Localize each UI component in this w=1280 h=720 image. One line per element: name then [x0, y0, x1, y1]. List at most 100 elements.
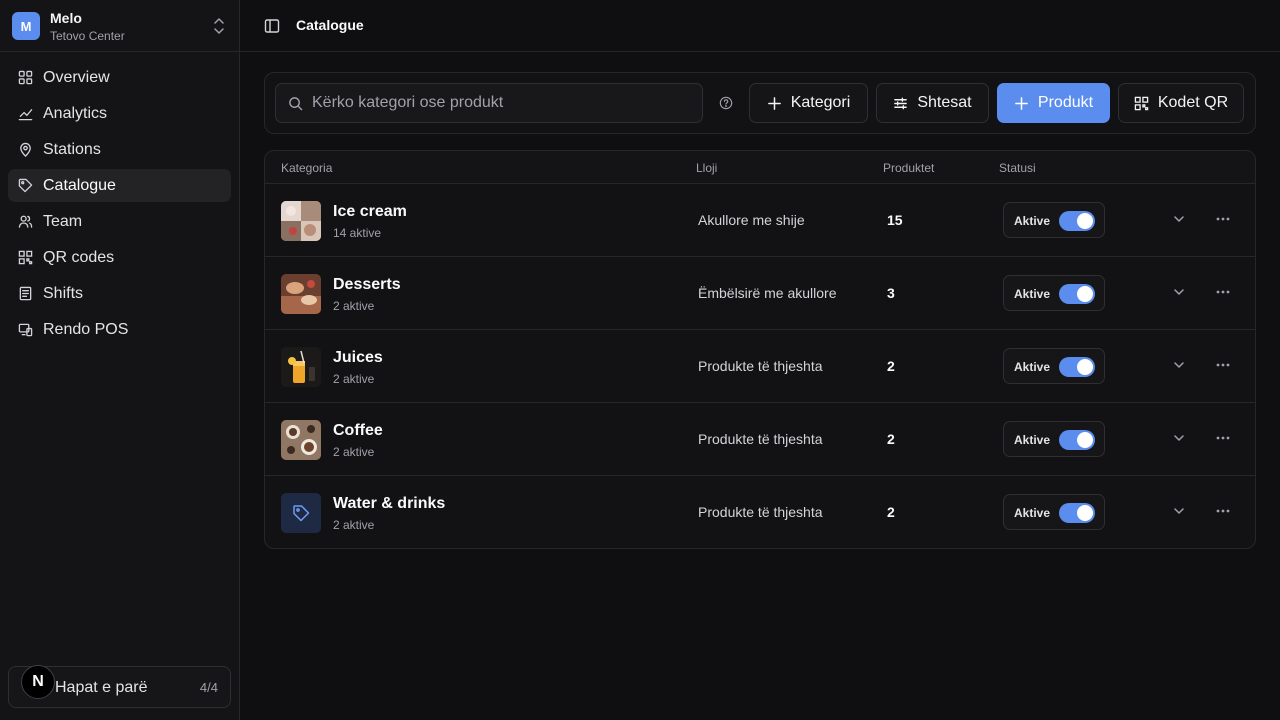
- switch-knob: [1077, 359, 1093, 375]
- category-product-count: 15: [887, 212, 903, 228]
- devices-icon: [18, 323, 33, 337]
- switch-knob: [1077, 213, 1093, 229]
- add-product-button[interactable]: Produkt: [997, 83, 1110, 123]
- category-thumbnail-ice-cream: [281, 201, 321, 241]
- page-title: Catalogue: [296, 17, 364, 33]
- sidebar-item-stations[interactable]: Stations: [8, 133, 231, 166]
- status-toggle[interactable]: Aktive: [1003, 202, 1105, 238]
- qr-icon: [18, 250, 33, 265]
- category-active-count: 2 aktive: [333, 518, 375, 532]
- sidebar-item-rendo-pos[interactable]: Rendo POS: [8, 313, 231, 346]
- document-icon: [19, 286, 32, 301]
- category-active-count: 14 aktive: [333, 226, 382, 240]
- category-placeholder-tag-icon: [281, 493, 321, 533]
- status-switch[interactable]: [1059, 211, 1095, 231]
- addons-button[interactable]: Shtesat: [876, 83, 989, 123]
- more-options-icon[interactable]: [1215, 285, 1231, 299]
- chevron-down-icon[interactable]: [1172, 285, 1186, 299]
- sidebar-item-label: Analytics: [43, 104, 108, 122]
- search-box: [275, 83, 703, 123]
- table-row[interactable]: Ice cream 14 aktive Akullore me shije 15…: [265, 184, 1255, 257]
- status-label: Aktive: [1014, 506, 1051, 520]
- sidebar-item-label: Shifts: [43, 284, 84, 302]
- chevron-down-icon[interactable]: [1172, 358, 1186, 372]
- category-product-count: 2: [887, 358, 895, 374]
- sidebar-nav: Overview Analytics Stations Catalogue Te…: [8, 61, 231, 349]
- steps-label: Hapat e parë: [55, 679, 148, 696]
- table-header: Kategoria Lloji Produktet Statusi: [265, 151, 1255, 184]
- table-row[interactable]: Juices 2 aktive Produkte të thjeshta 2 A…: [265, 330, 1255, 403]
- category-name: Desserts: [333, 276, 401, 293]
- search-input[interactable]: [312, 84, 692, 122]
- sidebar: M Melo Tetovo Center Overview Analytics …: [0, 0, 240, 720]
- sidebar-item-label: Catalogue: [43, 176, 116, 194]
- status-toggle[interactable]: Aktive: [1003, 494, 1105, 530]
- plus-icon: [767, 96, 781, 110]
- category-product-count: 3: [887, 285, 895, 301]
- top-bar: Catalogue: [240, 0, 1280, 52]
- sidebar-item-shifts[interactable]: Shifts: [8, 277, 231, 310]
- switch-knob: [1077, 286, 1093, 302]
- status-label: Aktive: [1014, 214, 1051, 228]
- org-switcher[interactable]: M Melo Tetovo Center: [0, 0, 239, 52]
- category-product-count: 2: [887, 431, 895, 447]
- category-type: Produkte të thjeshta: [698, 358, 823, 374]
- sidebar-item-team[interactable]: Team: [8, 205, 231, 238]
- status-switch[interactable]: [1059, 357, 1095, 377]
- chevron-down-icon[interactable]: [1172, 504, 1186, 518]
- column-header-type: Lloji: [696, 161, 718, 175]
- category-name: Water & drinks: [333, 495, 446, 512]
- chevron-up-down-icon: [214, 18, 224, 34]
- status-switch[interactable]: [1059, 284, 1095, 304]
- table-row[interactable]: Desserts 2 aktive Ëmbëlsirë me akullore …: [265, 257, 1255, 330]
- chevron-down-icon[interactable]: [1172, 431, 1186, 445]
- status-toggle[interactable]: Aktive: [1003, 421, 1105, 457]
- grid-icon: [18, 70, 33, 85]
- category-product-count: 2: [887, 504, 895, 520]
- more-options-icon[interactable]: [1215, 358, 1231, 372]
- add-category-button[interactable]: Kategori: [749, 83, 868, 123]
- dev-indicator-badge[interactable]: N: [21, 665, 55, 699]
- category-active-count: 2 aktive: [333, 299, 375, 313]
- column-header-status: Statusi: [999, 161, 1036, 175]
- more-options-icon[interactable]: [1215, 504, 1231, 518]
- catalogue-toolbar: Kategori Shtesat Produkt Kodet QR: [264, 72, 1256, 134]
- category-type: Produkte të thjeshta: [698, 504, 823, 520]
- sidebar-item-label: QR codes: [43, 248, 115, 266]
- table-row[interactable]: Water & drinks 2 aktive Produkte të thje…: [265, 476, 1255, 548]
- map-pin-icon: [20, 142, 31, 157]
- sidebar-item-label: Stations: [43, 140, 101, 158]
- category-type: Ëmbëlsirë me akullore: [698, 285, 837, 301]
- help-icon[interactable]: [719, 96, 733, 110]
- switch-knob: [1077, 432, 1093, 448]
- chart-icon: [18, 109, 33, 121]
- category-thumbnail-desserts: [281, 274, 321, 314]
- steps-count: 4/4: [199, 680, 218, 695]
- more-options-icon[interactable]: [1215, 212, 1231, 226]
- sidebar-item-catalogue[interactable]: Catalogue: [8, 169, 231, 202]
- switch-knob: [1077, 505, 1093, 521]
- table-row[interactable]: Coffee 2 aktive Produkte të thjeshta 2 A…: [265, 403, 1255, 476]
- add-category-label: Kategori: [790, 94, 851, 111]
- category-name: Coffee: [333, 422, 383, 439]
- status-switch[interactable]: [1059, 503, 1095, 523]
- column-header-products: Produktet: [883, 161, 935, 175]
- sidebar-item-overview[interactable]: Overview: [8, 61, 231, 94]
- category-active-count: 2 aktive: [333, 445, 375, 459]
- status-label: Aktive: [1014, 360, 1051, 374]
- org-location: Tetovo Center: [50, 29, 125, 43]
- status-switch[interactable]: [1059, 430, 1095, 450]
- sliders-icon: [894, 97, 908, 109]
- sidebar-toggle-icon[interactable]: [264, 18, 280, 34]
- sidebar-item-qr-codes[interactable]: QR codes: [8, 241, 231, 274]
- more-options-icon[interactable]: [1215, 431, 1231, 445]
- status-toggle[interactable]: Aktive: [1003, 275, 1105, 311]
- tag-icon: [18, 178, 33, 193]
- qr-codes-button[interactable]: Kodet QR: [1118, 83, 1244, 123]
- category-active-count: 2 aktive: [333, 372, 375, 386]
- sidebar-item-analytics[interactable]: Analytics: [8, 97, 231, 130]
- status-toggle[interactable]: Aktive: [1003, 348, 1105, 384]
- chevron-down-icon[interactable]: [1172, 212, 1186, 226]
- category-name: Juices: [333, 349, 383, 366]
- category-type: Produkte të thjeshta: [698, 431, 823, 447]
